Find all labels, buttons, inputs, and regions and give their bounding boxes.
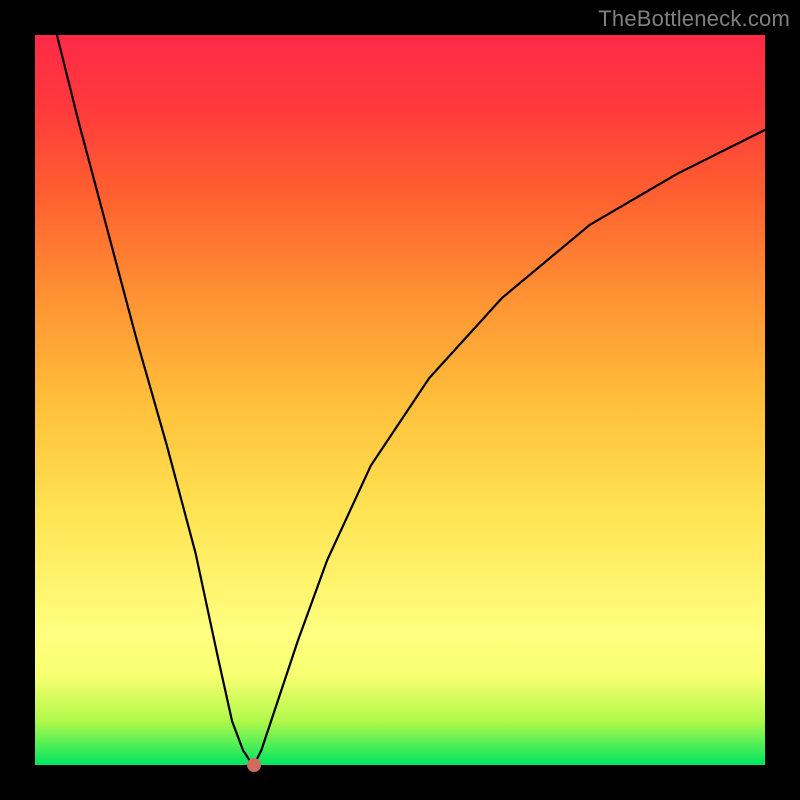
watermark-text: TheBottleneck.com <box>598 6 790 32</box>
plot-area <box>35 35 765 765</box>
chart-frame: TheBottleneck.com <box>0 0 800 800</box>
bottleneck-curve <box>35 35 765 765</box>
minimum-marker-dot <box>247 758 261 772</box>
